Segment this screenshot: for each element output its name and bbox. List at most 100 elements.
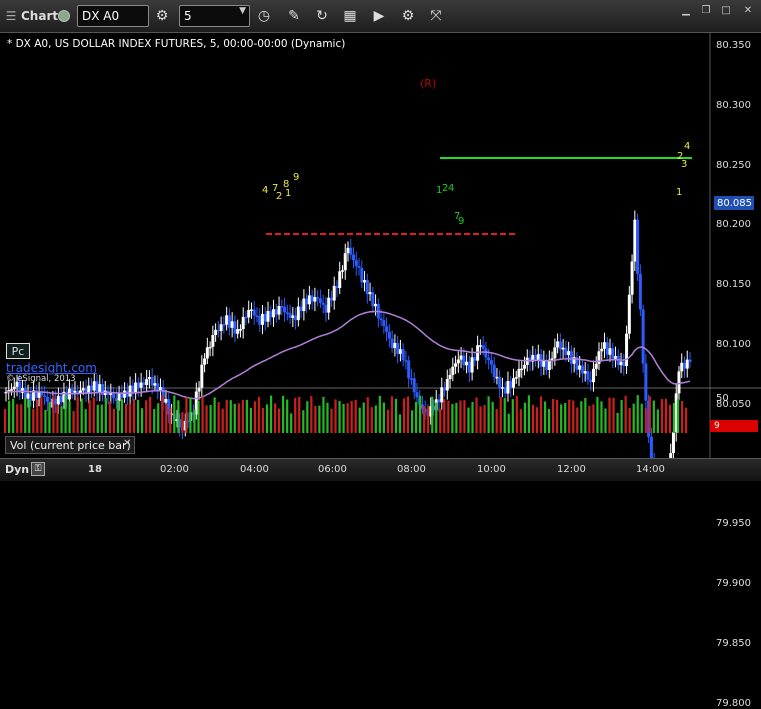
candle-body: [316, 297, 320, 299]
candle-body: [586, 371, 590, 380]
candle-body: [327, 297, 331, 313]
time-axis-tick: 18: [88, 464, 102, 475]
candle-body: [21, 387, 25, 393]
candle-body: [677, 371, 681, 394]
candle-body: [412, 378, 416, 393]
candle-body: [591, 368, 595, 383]
symbol-value: DX A0: [82, 9, 120, 23]
candle-body: [523, 364, 527, 369]
candle-body: [200, 364, 204, 388]
volume-bar: [612, 397, 615, 433]
link-status-icon[interactable]: [58, 10, 70, 22]
volume-bar: [346, 403, 349, 433]
candle-body: [682, 362, 686, 369]
volume-bar: [511, 399, 514, 433]
volume-bar: [157, 403, 160, 433]
volume-bar: [326, 402, 329, 433]
pencil-icon[interactable]: ✎: [283, 5, 305, 27]
candle-body: [462, 355, 466, 366]
volume-bar: [350, 400, 353, 433]
close-icon[interactable]: ✕: [740, 4, 756, 16]
volume-bar: [104, 397, 107, 433]
candle-body: [567, 351, 571, 356]
price-axis-tick: 79.900: [716, 578, 751, 590]
candle-body: [365, 280, 369, 295]
volume-bar: [467, 407, 470, 433]
volume-bar: [672, 403, 676, 433]
volume-bar: [475, 397, 478, 433]
candle-body: [12, 386, 16, 390]
link-icon[interactable]: ⤧: [425, 5, 447, 27]
candle-body: [470, 357, 474, 373]
candle-body: [255, 315, 259, 317]
candle-body: [580, 365, 584, 374]
volume-bar: [600, 401, 603, 433]
price-chart[interactable]: 7 892 14 1 2 4794231: [0, 33, 761, 458]
candle-body: [605, 342, 609, 355]
candle-body: [23, 387, 27, 399]
candle-body: [338, 271, 342, 288]
volume-bar: [149, 396, 152, 433]
candle-body: [545, 360, 549, 370]
candle-body: [445, 379, 449, 391]
candle-body: [511, 378, 515, 388]
candle-body: [321, 302, 325, 305]
chart-toolbar: ☰ Chart DX A0 ⚙ 5 ▼ ◷ ✎ ↻ ▦ ▶ ⚙ ⤧ ▁ ❐ □ …: [0, 0, 761, 33]
current-price-tag: 80.085: [714, 196, 754, 210]
volume-bar: [72, 411, 75, 433]
watermark-link[interactable]: tradesight.com: [6, 361, 97, 375]
candle-body: [495, 376, 499, 379]
candle-body: [252, 309, 256, 316]
candle-body: [387, 331, 391, 339]
candle-body: [332, 285, 336, 301]
candle-body: [638, 273, 642, 310]
play-icon[interactable]: ▶: [368, 5, 390, 27]
volume-bar: [415, 401, 418, 433]
interval-input[interactable]: 5 ▼: [179, 5, 250, 27]
time-axis-tick: 04:00: [240, 464, 269, 475]
maximize-icon[interactable]: □: [718, 4, 734, 16]
candle-body: [90, 385, 93, 391]
clock-icon[interactable]: ◷: [253, 5, 275, 27]
price-axis-tick: 79.950: [716, 518, 751, 530]
volume-bar: [278, 408, 281, 433]
restore-icon[interactable]: ❐: [698, 4, 714, 16]
volume-bar: [652, 400, 655, 433]
volume-bar: [205, 405, 208, 433]
close-study-icon[interactable]: ✕: [123, 438, 133, 450]
volume-bar: [213, 397, 216, 433]
candle-body: [564, 347, 568, 356]
volume-bar: [362, 402, 365, 433]
candle-body: [481, 345, 485, 349]
dynamic-mode-label[interactable]: Dyn: [5, 463, 29, 476]
candle-body: [487, 357, 491, 361]
volume-bar: [584, 397, 587, 433]
candle-body: [142, 382, 146, 385]
volume-bar: [354, 399, 357, 433]
pc-button[interactable]: Pc: [6, 343, 30, 359]
refresh-icon[interactable]: ↻: [311, 5, 333, 27]
volume-bar: [217, 402, 220, 433]
volume-bar: [483, 404, 486, 433]
price-axis-tick: 80.250: [716, 159, 751, 171]
candle-body: [553, 347, 557, 359]
calculator-icon[interactable]: ▦: [339, 5, 361, 27]
candle-body: [636, 219, 640, 274]
time-axis-tick: 06:00: [318, 464, 347, 475]
symbol-input[interactable]: DX A0: [77, 5, 149, 27]
candle-body: [550, 358, 554, 360]
volume-bar: [664, 398, 668, 433]
volume-bar: [56, 405, 59, 433]
settings-icon[interactable]: ⚙: [397, 5, 419, 27]
volume-bar: [471, 401, 474, 433]
pattern-annotation: 9: [458, 216, 464, 227]
minimize-icon[interactable]: ▁: [678, 4, 694, 16]
volume-bar: [310, 396, 313, 433]
volume-study-label[interactable]: Vol (current price bar): [5, 436, 135, 454]
candle-body: [627, 294, 631, 334]
chart-menu-icon[interactable]: ☰: [3, 5, 19, 27]
chevron-down-icon[interactable]: ▼: [239, 6, 246, 16]
symbol-settings-icon[interactable]: ⚙: [151, 5, 173, 27]
lock-icon[interactable]: ⚿: [31, 462, 45, 476]
candle-body: [76, 390, 80, 394]
